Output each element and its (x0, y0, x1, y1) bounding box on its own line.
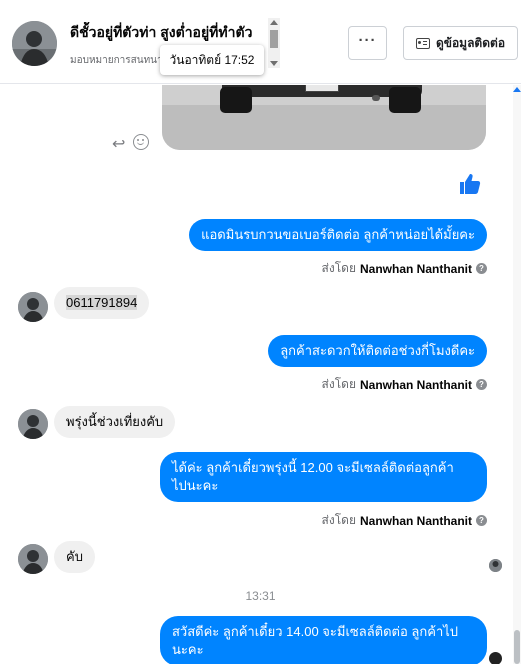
incoming-message[interactable]: คับ (54, 541, 95, 573)
scroll-up-icon[interactable] (513, 87, 521, 92)
assign-conversation-label[interactable]: มอบหมายการสนทนา (70, 53, 170, 68)
view-contact-label: ดูข้อมูลติดต่อ (435, 35, 506, 50)
sender-name: Nanwhan Nanthanit (359, 377, 472, 392)
emoji-icon[interactable] (133, 134, 149, 150)
phone-number-text[interactable]: 0611791894 (66, 295, 138, 310)
message-line: ได้ค่ะ ลูกค้าเดี๋ยวพรุ่งนี้ 12.00 จะมีเซ… (172, 460, 454, 475)
contact-card-icon (415, 37, 430, 49)
message-line: นะคะ (172, 642, 204, 657)
contact-avatar-small[interactable] (18, 544, 48, 574)
reply-icon[interactable]: ↩ (112, 134, 125, 154)
sender-name: Nanwhan Nanthanit (359, 261, 472, 276)
message-thread[interactable]: ↩ แอดมินรบกวนขอเบอร์ติดต่อ ลูกค้าหน่อยได… (0, 85, 521, 664)
help-icon[interactable]: ? (476, 379, 487, 390)
incoming-message[interactable]: พรุ่งนี้ช่วงเที่ยงคับ (54, 406, 176, 438)
help-icon[interactable]: ? (476, 515, 487, 526)
contact-name[interactable]: ดีชั้วอยู่ที่ตัวท่า สูงต่ำอยู่ที่ทำตัว (70, 22, 270, 44)
header-scrollbar[interactable] (268, 18, 280, 68)
contact-avatar-small[interactable] (18, 409, 48, 439)
contact-avatar[interactable] (12, 21, 57, 66)
seen-avatar (489, 652, 502, 664)
message-line: ไปนะคะ (172, 478, 219, 493)
outgoing-message[interactable]: แอดมินรบกวนขอเบอร์ติดต่อ ลูกค้าหน่อยได้ม… (189, 219, 487, 251)
scroll-thumb[interactable] (514, 630, 520, 664)
thumbs-up-icon (460, 174, 481, 194)
conversation-header: ดีชั้วอยู่ที่ตัวท่า สูงต่ำอยู่ที่ทำตัว ม… (0, 0, 521, 84)
scroll-thumb[interactable] (270, 30, 278, 48)
scroll-up-icon[interactable] (270, 20, 278, 25)
sent-by-prefix: ส่งโดย (321, 513, 356, 527)
sent-by-prefix: ส่งโดย (321, 377, 356, 391)
thread-scrollbar[interactable] (513, 85, 521, 664)
time-separator: 13:31 (245, 589, 276, 603)
sent-by-label: ส่งโดย Nanwhan Nanthanit ? (322, 375, 487, 394)
timestamp-tooltip: วันอาทิตย์ 17:52 (160, 45, 264, 75)
shared-photo[interactable] (162, 85, 486, 150)
scroll-down-icon[interactable] (270, 61, 278, 66)
outgoing-message[interactable]: ลูกค้าสะดวกให้ติดต่อช่วงกี่โมงดีคะ (268, 335, 487, 367)
help-icon[interactable]: ? (476, 263, 487, 274)
contact-avatar-small[interactable] (18, 292, 48, 322)
message-line: สวัสดีค่ะ ลูกค้าเดี๋ยว 14.00 จะมีเซลล์ติ… (172, 624, 459, 639)
sent-by-label: ส่งโดย Nanwhan Nanthanit ? (322, 511, 487, 530)
more-options-button[interactable]: ··· (348, 26, 387, 60)
outgoing-message[interactable]: สวัสดีค่ะ ลูกค้าเดี๋ยว 14.00 จะมีเซลล์ติ… (160, 616, 487, 664)
sender-name: Nanwhan Nanthanit (359, 513, 472, 528)
incoming-message[interactable]: 0611791894 (54, 287, 150, 319)
outgoing-message[interactable]: ได้ค่ะ ลูกค้าเดี๋ยวพรุ่งนี้ 12.00 จะมีเซ… (160, 452, 487, 502)
view-contact-button[interactable]: ดูข้อมูลติดต่อ (403, 26, 518, 60)
sent-by-label: ส่งโดย Nanwhan Nanthanit ? (322, 259, 487, 278)
sent-by-prefix: ส่งโดย (321, 261, 356, 275)
seen-avatar (489, 559, 502, 572)
